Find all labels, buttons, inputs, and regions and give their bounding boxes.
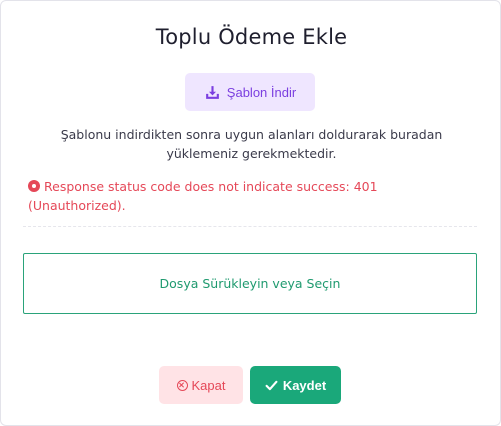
error-text: Response status code does not indicate s… <box>28 179 378 213</box>
instruction-text: Şablonu indirdikten sonra uygun alanları… <box>60 127 443 161</box>
save-button[interactable]: Kaydet <box>250 366 341 404</box>
modal-title: Toplu Ödeme Ekle <box>155 25 348 49</box>
dropzone-label: Dosya Sürükleyin veya Seçin <box>159 276 341 291</box>
save-button-label: Kaydet <box>282 377 327 393</box>
download-template-label: Şablon İndir <box>226 84 297 100</box>
error-message: Response status code does not indicate s… <box>28 177 468 215</box>
bulk-payment-modal: Toplu Ödeme Ekle Şablon İndir Şablonu in… <box>0 0 501 426</box>
check-icon <box>265 380 278 390</box>
close-circle-icon <box>176 379 188 391</box>
file-dropzone[interactable]: Dosya Sürükleyin veya Seçin <box>23 253 477 314</box>
download-template-button[interactable]: Şablon İndir <box>185 73 315 111</box>
close-button-label: Kapat <box>191 377 226 393</box>
close-button[interactable]: Kapat <box>159 366 243 404</box>
download-icon <box>205 85 219 99</box>
divider <box>23 226 477 227</box>
error-circle-icon <box>28 180 40 192</box>
